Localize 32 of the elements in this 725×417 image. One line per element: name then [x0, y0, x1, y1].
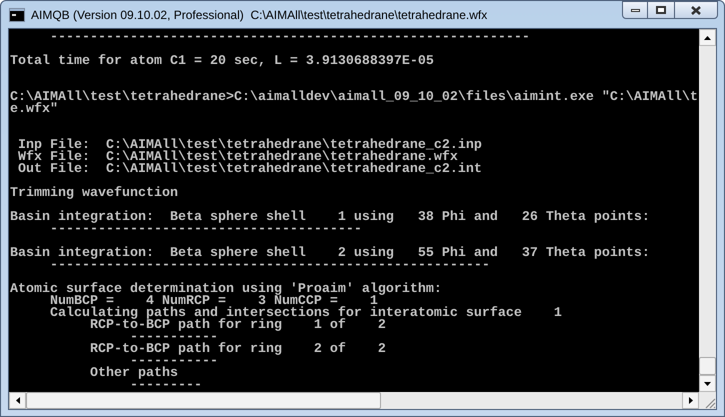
left-arrow-icon: [16, 397, 20, 404]
scroll-thumb[interactable]: [699, 357, 716, 375]
close-button[interactable]: [674, 1, 718, 19]
console-line: Basin integration: Beta sphere shell 1 using 38 Phi and 26 Theta points:: [10, 212, 650, 224]
horizontal-scroll-thumb[interactable]: [26, 392, 381, 409]
console-line: ---------: [128, 380, 202, 392]
scroll-down-button[interactable]: [699, 375, 716, 392]
console-icon: [9, 8, 25, 22]
down-arrow-icon: [704, 382, 711, 386]
resize-grip-icon[interactable]: [705, 398, 716, 409]
console-line: e.wfx": [10, 104, 58, 116]
scroll-left-button[interactable]: [9, 392, 26, 409]
maximize-button[interactable]: [648, 1, 674, 19]
console-line: ---------------------------------------: [48, 224, 362, 236]
vertical-scrollbar[interactable]: [699, 29, 716, 392]
console-line: RCP-to-BCP path for ring 2 of 2: [88, 344, 386, 356]
window-title: AIMQB (Version 09.10.02, Professional) C:\AIMAll\test\tetrahedrane\tetrahedrane.wfx: [31, 6, 488, 24]
console-line: Total time for atom C1 = 20 sec, L = 3.9130688397E-05: [10, 56, 434, 68]
console-line: Trimming wavefunction: [10, 188, 178, 200]
console-line: -------------------------------------------------------: [48, 260, 490, 272]
console-line: Basin integration: Beta sphere shell 2 using 55 Phi and 37 Theta points:: [10, 248, 650, 260]
close-icon: [691, 6, 701, 14]
up-arrow-icon: [704, 36, 711, 40]
console-line: ------------------------------------------------------------: [48, 32, 530, 44]
minimize-button[interactable]: [622, 1, 648, 19]
scroll-up-button[interactable]: [699, 29, 716, 46]
console-line: Other paths: [88, 368, 178, 380]
console-line: Atomic surface determination using 'Proaim' algorithm:: [10, 284, 442, 296]
console-line: RCP-to-BCP path for ring 1 of 2: [90, 320, 386, 332]
right-arrow-icon: [688, 397, 692, 404]
scroll-right-button[interactable]: [682, 392, 699, 409]
console-line: Out File: C:\AIMAll\test\tetrahedrane\tetrahedrane_c2.int: [16, 164, 482, 176]
